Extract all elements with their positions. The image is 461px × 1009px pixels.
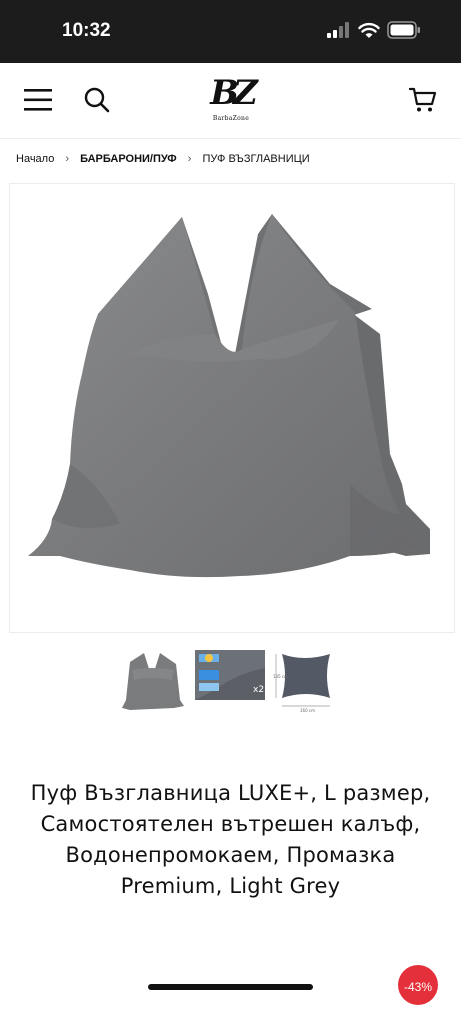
home-indicator (148, 984, 313, 990)
search-icon[interactable] (84, 87, 110, 117)
discount-badge: -43% (398, 965, 438, 1005)
thumbnail-count-label: x2 (253, 685, 264, 695)
breadcrumb-separator: › (65, 153, 70, 166)
thumbnail-dimensions[interactable]: 135 cm 160 cm (272, 650, 342, 714)
status-time: 10:32 (62, 20, 111, 41)
breadcrumb-category[interactable]: БАРБАРОНИ/ПУФ (80, 153, 177, 165)
breadcrumb-home[interactable]: Начало (16, 153, 54, 165)
width-dimension-label: 160 cm (300, 708, 315, 713)
cart-icon[interactable] (408, 87, 437, 117)
product-title: Пуф Възглавница LUXE+, L размер, Самосто… (30, 781, 431, 898)
status-bar: 10:32 (0, 0, 461, 63)
menu-icon[interactable] (24, 89, 52, 115)
breadcrumb-current: ПУФ ВЪЗГЛАВНИЦИ (202, 153, 310, 166)
wifi-icon (358, 22, 380, 43)
logo-mark: BZ (210, 73, 258, 113)
breadcrumb: Начало › БАРБАРОНИ/ПУФ › ПУФ ВЪЗГЛАВНИЦИ (16, 153, 456, 165)
thumbnail-front-view[interactable] (118, 650, 188, 714)
thumbnail-strip: x2 135 cm 160 cm (0, 650, 461, 720)
site-logo[interactable]: BZ BarbaZone (204, 72, 258, 130)
height-dimension-label: 135 cm (273, 674, 288, 679)
site-header: BZ BarbaZone (0, 63, 461, 139)
logo-text: BarbaZone (212, 115, 250, 122)
product-main-image[interactable] (9, 183, 455, 633)
breadcrumb-separator: › (187, 153, 192, 166)
battery-icon (387, 21, 421, 43)
cellular-signal-icon (327, 22, 351, 42)
thumbnail-fabric-detail[interactable]: x2 (195, 650, 265, 714)
